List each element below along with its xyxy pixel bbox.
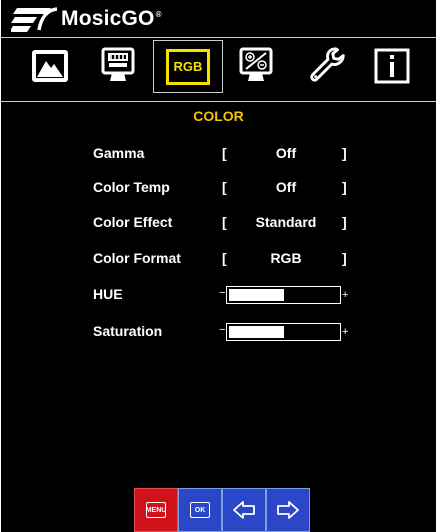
minus-icon: − bbox=[219, 287, 226, 299]
option-gamma[interactable]: Gamma [ Off ] bbox=[1, 145, 436, 163]
header-divider bbox=[1, 37, 436, 38]
plus-icon: + bbox=[342, 289, 349, 301]
plus-icon: + bbox=[342, 326, 349, 338]
control-buttons: MENU OK bbox=[134, 488, 310, 532]
option-label: Color Format bbox=[93, 250, 181, 266]
option-label: Gamma bbox=[93, 145, 145, 161]
option-color-temp[interactable]: Color Temp [ Off ] bbox=[1, 179, 436, 197]
menu-button[interactable]: MENU bbox=[134, 488, 178, 532]
slider-fill bbox=[229, 326, 284, 338]
left-button[interactable] bbox=[222, 488, 266, 532]
slider-label: Saturation bbox=[93, 323, 163, 339]
option-label: Color Temp bbox=[93, 179, 170, 195]
bracket-open: [ bbox=[222, 145, 227, 161]
option-value[interactable]: Standard bbox=[231, 214, 341, 230]
display-icon bbox=[101, 47, 135, 81]
bracket-open: [ bbox=[222, 179, 227, 195]
menu-key: MENU bbox=[146, 502, 166, 518]
bracket-close: ] bbox=[342, 145, 347, 161]
slider-label: HUE bbox=[93, 286, 123, 302]
tab-rgb[interactable]: RGB bbox=[153, 40, 223, 93]
picture-icon bbox=[32, 50, 68, 82]
option-color-format[interactable]: Color Format [ RGB ] bbox=[1, 250, 436, 268]
tab-picture[interactable] bbox=[29, 45, 71, 87]
slider-saturation[interactable]: Saturation − + bbox=[1, 323, 436, 343]
slider-fill bbox=[229, 289, 284, 301]
option-color-effect[interactable]: Color Effect [ Standard ] bbox=[1, 214, 436, 232]
brand-logo: MosicGO® bbox=[11, 4, 162, 34]
brand-name: MosicGO® bbox=[61, 7, 162, 30]
option-value[interactable]: Off bbox=[231, 145, 341, 161]
info-icon bbox=[374, 48, 410, 84]
wrench-icon bbox=[310, 47, 345, 82]
bracket-close: ] bbox=[342, 214, 347, 230]
right-button[interactable] bbox=[266, 488, 310, 532]
brand-mark-icon bbox=[11, 7, 57, 32]
rgb-icon: RGB bbox=[166, 48, 210, 85]
option-value[interactable]: RGB bbox=[231, 250, 341, 266]
section-title: COLOR bbox=[193, 108, 244, 124]
ok-key: OK bbox=[190, 502, 210, 518]
ok-button[interactable]: OK bbox=[178, 488, 222, 532]
option-label: Color Effect bbox=[93, 214, 173, 230]
arrow-right-icon bbox=[277, 501, 299, 519]
slider-track[interactable] bbox=[226, 286, 341, 304]
tab-display[interactable] bbox=[97, 45, 139, 87]
option-value[interactable]: Off bbox=[231, 179, 341, 195]
tab-setup[interactable] bbox=[307, 45, 349, 87]
minus-icon: − bbox=[219, 324, 226, 336]
osd-menu: MosicGO® RGB COLOR Gamma [Off] Color T… bbox=[1, 0, 436, 532]
bracket-close: ] bbox=[342, 179, 347, 195]
display-settings-icon bbox=[239, 47, 273, 81]
slider-hue[interactable]: HUE − + bbox=[1, 286, 436, 306]
tab-display-settings[interactable] bbox=[235, 45, 277, 87]
arrow-left-icon bbox=[233, 501, 255, 519]
bracket-open: [ bbox=[222, 214, 227, 230]
tab-info[interactable] bbox=[371, 45, 413, 87]
bracket-open: [ bbox=[222, 250, 227, 266]
tabs-divider bbox=[1, 101, 436, 102]
bracket-close: ] bbox=[342, 250, 347, 266]
slider-track[interactable] bbox=[226, 323, 341, 341]
